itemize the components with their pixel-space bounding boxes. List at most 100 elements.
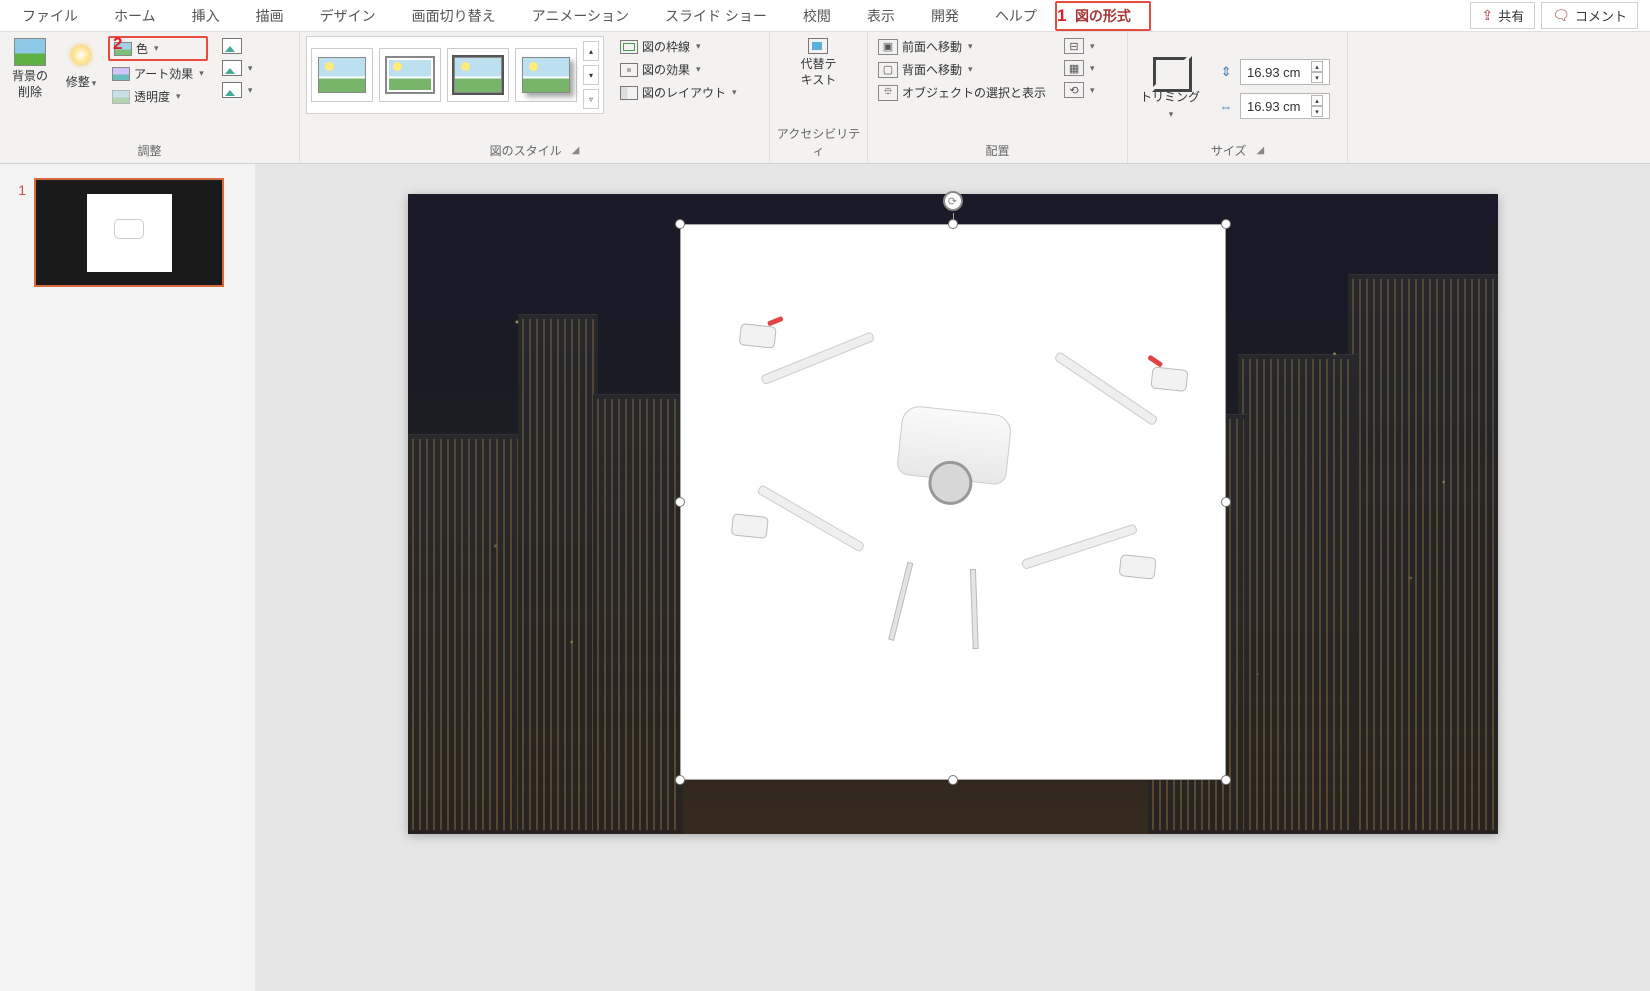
chevron-down-icon: ▾ — [199, 68, 204, 79]
send-backward-button[interactable]: ▢背面へ移動 ▾ — [874, 59, 1050, 80]
slide-thumbnails-panel: 1 — [0, 164, 255, 991]
comment-label: コメント — [1575, 6, 1627, 25]
gallery-up-button[interactable]: ▴ — [583, 41, 599, 61]
rotate-button[interactable]: ⟲▾ — [1060, 80, 1099, 100]
slide[interactable]: ⟳ — [408, 194, 1498, 834]
resize-handle-br[interactable] — [1221, 775, 1231, 785]
tab-slideshow[interactable]: スライド ショー — [647, 3, 785, 29]
share-button[interactable]: ⇪共有 — [1470, 2, 1535, 29]
adjust-group-label: 調整 — [6, 142, 293, 161]
corrections-icon — [64, 38, 98, 72]
picture-border-button[interactable]: 図の枠線▾ — [616, 36, 741, 57]
reset-picture-button[interactable]: ▾ — [218, 80, 257, 100]
picture-effects-icon — [620, 63, 638, 77]
tab-file[interactable]: ファイル — [4, 3, 96, 29]
crop-label: トリミング — [1140, 90, 1200, 104]
align-icon: ⊟ — [1064, 38, 1084, 54]
tab-design[interactable]: デザイン — [302, 3, 394, 29]
corrections-button[interactable]: 修整▾ — [58, 36, 104, 93]
tab-home[interactable]: ホーム — [96, 3, 174, 29]
send-backward-icon: ▢ — [878, 62, 898, 78]
ribbon: 2 背景の 削除 修整▾ 色▾ アート効果▾ 透明度▾ ▾ ▾ 調整 — [0, 32, 1650, 164]
resize-handle-tl[interactable] — [675, 219, 685, 229]
chevron-down-icon: ▾ — [968, 64, 973, 75]
gallery-more-button[interactable]: ▿ — [583, 89, 599, 109]
chevron-down-icon: ▾ — [92, 78, 97, 88]
picture-effects-button[interactable]: 図の効果▾ — [616, 59, 741, 80]
rotate-icon: ⟲ — [1064, 82, 1084, 98]
resize-handle-l[interactable] — [675, 497, 685, 507]
alt-text-button[interactable]: 代替テ キスト — [794, 36, 842, 90]
gallery-nav: ▴ ▾ ▿ — [583, 41, 599, 109]
style-thumb-2[interactable] — [379, 48, 441, 102]
color-button[interactable]: 色▾ — [108, 36, 208, 61]
chevron-down-icon: ▾ — [248, 85, 253, 96]
chevron-down-icon: ▾ — [696, 64, 701, 75]
chevron-down-icon: ▾ — [154, 43, 159, 54]
height-spin-up[interactable]: ▴ — [1311, 61, 1323, 72]
artistic-effects-button[interactable]: アート効果▾ — [108, 63, 208, 84]
style-thumb-4[interactable] — [515, 48, 577, 102]
tab-draw[interactable]: 描画 — [238, 3, 302, 29]
crop-icon — [1153, 57, 1187, 87]
tab-developer[interactable]: 開発 — [913, 3, 977, 29]
width-field[interactable]: 16.93 cm ▴▾ — [1240, 93, 1330, 119]
remove-background-label: 背景の 削除 — [12, 69, 48, 100]
remove-background-button[interactable]: 背景の 削除 — [6, 36, 54, 102]
accessibility-group-label: アクセシビリティ — [776, 125, 861, 161]
selection-pane-button[interactable]: ⯐オブジェクトの選択と表示 — [874, 82, 1050, 103]
crop-button[interactable]: トリミング ▾ — [1134, 55, 1206, 123]
tab-help[interactable]: ヘルプ — [977, 3, 1055, 29]
resize-handle-b[interactable] — [948, 775, 958, 785]
group-icon: ▦ — [1064, 60, 1084, 76]
share-icon: ⇪ — [1481, 7, 1493, 24]
tab-view[interactable]: 表示 — [849, 3, 913, 29]
slide-canvas-area[interactable]: ⟳ — [255, 164, 1650, 991]
bring-forward-label: 前面へ移動 — [902, 38, 962, 55]
send-backward-label: 背面へ移動 — [902, 61, 962, 78]
compress-pictures-button[interactable] — [218, 36, 257, 56]
tab-picture-format[interactable]: 図の形式 — [1055, 1, 1151, 31]
rotate-handle[interactable]: ⟳ — [943, 191, 963, 211]
comment-button[interactable]: 🗨コメント — [1541, 2, 1638, 29]
slide-thumbnail-1[interactable] — [34, 178, 224, 287]
style-thumb-1[interactable] — [311, 48, 373, 102]
picture-layout-button[interactable]: 図のレイアウト▾ — [616, 82, 741, 103]
resize-handle-t[interactable] — [948, 219, 958, 229]
tab-review[interactable]: 校閲 — [785, 3, 849, 29]
selection-pane-label: オブジェクトの選択と表示 — [902, 84, 1046, 101]
align-button[interactable]: ⊟▾ — [1060, 36, 1099, 56]
tab-transition[interactable]: 画面切り替え — [394, 3, 514, 29]
picture-border-label: 図の枠線 — [642, 38, 690, 55]
group-objects-button[interactable]: ▦▾ — [1060, 58, 1099, 78]
size-dialog-launcher[interactable]: ◢ — [1256, 145, 1264, 156]
width-icon: ⇔ — [1216, 97, 1236, 115]
thumbnail-image — [87, 194, 172, 272]
width-spin-down[interactable]: ▾ — [1311, 106, 1323, 117]
annotation-2: 2 — [113, 34, 122, 54]
resize-handle-r[interactable] — [1221, 497, 1231, 507]
remove-background-icon — [14, 38, 46, 66]
arrange-group-label: 配置 — [874, 142, 1121, 161]
style-thumb-3[interactable] — [447, 48, 509, 102]
chevron-down-icon: ▾ — [248, 63, 253, 74]
chevron-down-icon: ▾ — [1169, 109, 1174, 119]
chevron-down-icon: ▾ — [1090, 85, 1095, 96]
resize-handle-bl[interactable] — [675, 775, 685, 785]
transparency-button[interactable]: 透明度▾ — [108, 86, 208, 107]
picture-styles-gallery[interactable]: ▴ ▾ ▿ — [306, 36, 604, 114]
height-spin-down[interactable]: ▾ — [1311, 72, 1323, 83]
height-field[interactable]: 16.93 cm▴▾ — [1240, 59, 1330, 85]
selected-picture[interactable]: ⟳ — [680, 224, 1226, 780]
tab-animation[interactable]: アニメーション — [514, 3, 647, 29]
change-picture-button[interactable]: ▾ — [218, 58, 257, 78]
bring-forward-button[interactable]: ▣前面へ移動▾ — [874, 36, 1050, 57]
change-picture-icon — [222, 60, 242, 76]
tab-insert[interactable]: 挿入 — [174, 3, 238, 29]
annotation-1: 1 — [1057, 6, 1066, 26]
gallery-down-button[interactable]: ▾ — [583, 65, 599, 85]
width-value: 16.93 cm — [1247, 99, 1300, 114]
width-spin-up[interactable]: ▴ — [1311, 95, 1323, 106]
resize-handle-tr[interactable] — [1221, 219, 1231, 229]
styles-dialog-launcher[interactable]: ◢ — [572, 145, 580, 156]
